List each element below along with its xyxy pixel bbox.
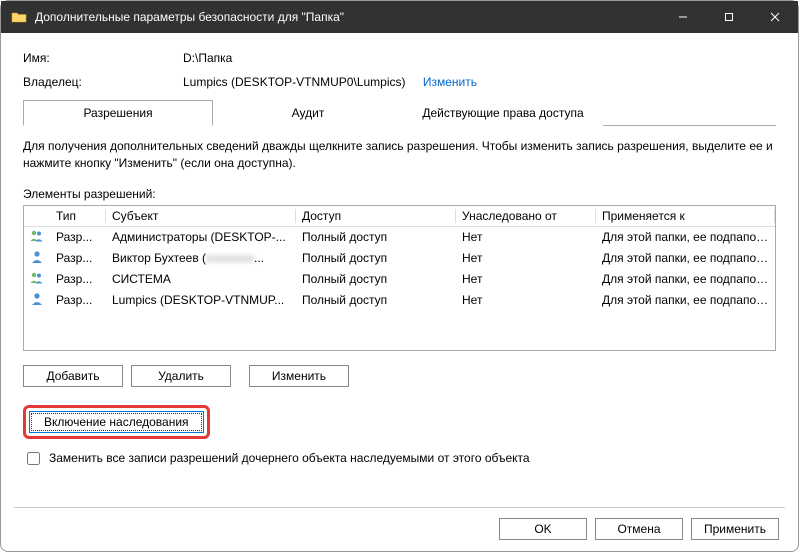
separator (14, 507, 785, 508)
name-row: Имя: D:\Папка (23, 51, 776, 65)
cell-applies: Для этой папки, ее подпапок ... (596, 251, 775, 265)
principal-icon (24, 228, 50, 247)
table-buttons: Добавить Удалить Изменить (23, 365, 776, 387)
highlight-frame: Включение наследования (23, 405, 210, 439)
cell-subject: Администраторы (DESKTOP-... (106, 230, 296, 244)
apply-button[interactable]: Применить (691, 518, 779, 540)
tab-permissions[interactable]: Разрешения (23, 100, 213, 126)
table-row[interactable]: Разр...Администраторы (DESKTOP-...Полный… (24, 227, 775, 248)
table-header: Тип Субъект Доступ Унаследовано от Приме… (24, 206, 775, 227)
ok-button[interactable]: OK (499, 518, 587, 540)
cell-inherited: Нет (456, 230, 596, 244)
cell-applies: Для этой папки, ее подпапок ... (596, 293, 775, 307)
cell-type: Разр... (50, 230, 106, 244)
cancel-button[interactable]: Отмена (595, 518, 683, 540)
replace-child-permissions-checkbox[interactable] (27, 452, 40, 465)
table-row[interactable]: Разр...Виктор Бухтеев (xxxxxxxx...Полный… (24, 248, 775, 269)
header-subject[interactable]: Субъект (106, 209, 296, 223)
instructions-text: Для получения дополнительных сведений дв… (23, 138, 776, 173)
owner-row: Владелец: Lumpics (DESKTOP-VTNMUP0\Lumpi… (23, 75, 776, 89)
cell-inherited: Нет (456, 293, 596, 307)
owner-value: Lumpics (DESKTOP-VTNMUP0\Lumpics) Измени… (183, 75, 776, 89)
cell-subject: Виктор Бухтеев (xxxxxxxx... (106, 251, 296, 265)
enable-inheritance-button[interactable]: Включение наследования (29, 411, 204, 433)
folder-icon (11, 11, 27, 23)
principal-icon (24, 270, 50, 289)
cell-type: Разр... (50, 293, 106, 307)
cell-subject: СИСТЕМА (106, 272, 296, 286)
maximize-button[interactable] (706, 1, 752, 33)
window-title: Дополнительные параметры безопасности дл… (35, 10, 660, 24)
tab-audit[interactable]: Аудит (213, 100, 403, 126)
header-access[interactable]: Доступ (296, 209, 456, 223)
cell-applies: Для этой папки, ее подпапок ... (596, 272, 775, 286)
dialog-buttons: OK Отмена Применить (499, 518, 779, 540)
name-value: D:\Папка (183, 51, 776, 65)
header-applies[interactable]: Применяется к (596, 209, 775, 223)
owner-label: Владелец: (23, 75, 183, 89)
cell-type: Разр... (50, 272, 106, 286)
table-row[interactable]: Разр...Lumpics (DESKTOP-VTNMUP...Полный … (24, 290, 775, 311)
cell-access: Полный доступ (296, 251, 456, 265)
cell-type: Разр... (50, 251, 106, 265)
replace-checkbox-row: Заменить все записи разрешений дочернего… (23, 449, 776, 468)
minimize-button[interactable] (660, 1, 706, 33)
edit-button[interactable]: Изменить (249, 365, 349, 387)
cell-applies: Для этой папки, ее подпапок ... (596, 230, 775, 244)
owner-text: Lumpics (DESKTOP-VTNMUP0\Lumpics) (183, 75, 406, 89)
tab-effective-access[interactable]: Действующие права доступа (403, 100, 603, 126)
principal-icon (24, 291, 50, 310)
cell-inherited: Нет (456, 251, 596, 265)
header-inherited[interactable]: Унаследовано от (456, 209, 596, 223)
cell-inherited: Нет (456, 272, 596, 286)
close-button[interactable] (752, 1, 798, 33)
titlebar: Дополнительные параметры безопасности дл… (1, 1, 798, 33)
name-label: Имя: (23, 51, 183, 65)
change-owner-link[interactable]: Изменить (423, 75, 477, 89)
header-type[interactable]: Тип (50, 209, 106, 223)
table-row[interactable]: Разр...СИСТЕМАПолный доступНетДля этой п… (24, 269, 775, 290)
cell-access: Полный доступ (296, 293, 456, 307)
tab-strip: Разрешения Аудит Действующие права досту… (23, 99, 776, 126)
cell-access: Полный доступ (296, 272, 456, 286)
cell-access: Полный доступ (296, 230, 456, 244)
remove-button[interactable]: Удалить (131, 365, 231, 387)
principal-icon (24, 249, 50, 268)
cell-subject: Lumpics (DESKTOP-VTNMUP... (106, 293, 296, 307)
replace-checkbox-label: Заменить все записи разрешений дочернего… (49, 451, 530, 465)
elements-label: Элементы разрешений: (23, 187, 776, 201)
permissions-table: Тип Субъект Доступ Унаследовано от Приме… (23, 205, 776, 351)
add-button[interactable]: Добавить (23, 365, 123, 387)
content-area: Имя: D:\Папка Владелец: Lumpics (DESKTOP… (1, 33, 798, 478)
